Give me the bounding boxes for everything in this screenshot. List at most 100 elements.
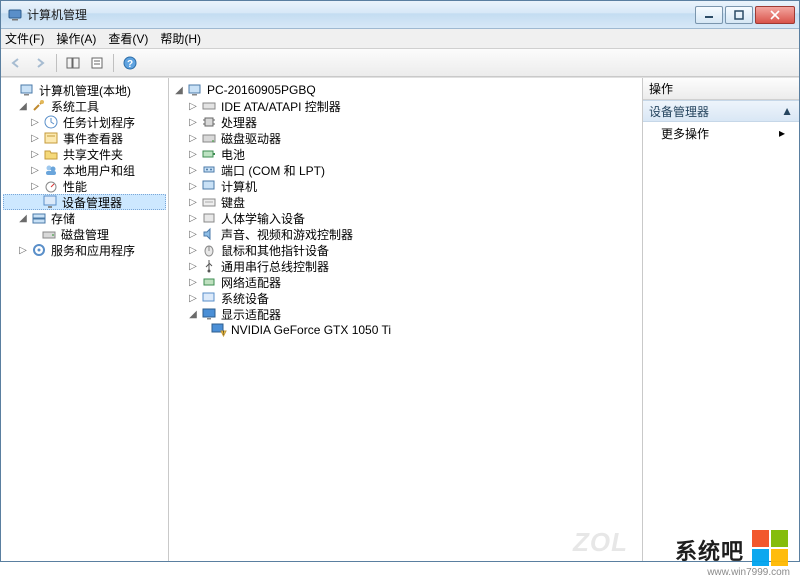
tree-node-event-viewer[interactable]: ▷事件查看器 bbox=[3, 130, 166, 146]
actions-more[interactable]: 更多操作 ▸ bbox=[643, 122, 799, 144]
expand-icon[interactable]: ▷ bbox=[17, 244, 29, 256]
expand-icon[interactable]: ▷ bbox=[187, 276, 199, 288]
tree-label: 磁盘驱动器 bbox=[219, 130, 283, 147]
device-tree-pane[interactable]: ◢ PC-20160905PGBQ ▷IDE ATA/ATAPI 控制器 ▷ 处理… bbox=[169, 78, 643, 561]
computer-icon bbox=[201, 178, 217, 194]
tree-label: 电池 bbox=[219, 146, 247, 163]
back-button bbox=[5, 52, 27, 74]
expand-icon[interactable]: ▷ bbox=[187, 116, 199, 128]
dev-node-sound[interactable]: ▷声音、视频和游戏控制器 bbox=[171, 226, 640, 242]
collapse-icon[interactable]: ◢ bbox=[17, 212, 29, 224]
expand-icon[interactable]: ▷ bbox=[29, 180, 41, 192]
dev-node-ide[interactable]: ▷IDE ATA/ATAPI 控制器 bbox=[171, 98, 640, 114]
expand-icon[interactable]: ▷ bbox=[187, 292, 199, 304]
collapse-icon[interactable]: ◢ bbox=[173, 84, 185, 96]
show-hide-tree-button[interactable] bbox=[62, 52, 84, 74]
computer-management-window: 计算机管理 文件(F) 操作(A) 查看(V) 帮助(H) ? bbox=[0, 0, 800, 562]
tree-label: 网络适配器 bbox=[219, 274, 283, 291]
dev-node-sysdev[interactable]: ▷系统设备 bbox=[171, 290, 640, 306]
expand-icon[interactable]: ▷ bbox=[187, 180, 199, 192]
tree-label: 磁盘管理 bbox=[59, 226, 111, 243]
expand-icon[interactable]: ▷ bbox=[29, 164, 41, 176]
dev-node-cpu[interactable]: ▷ 处理器 bbox=[171, 114, 640, 130]
tree-node-storage[interactable]: ◢ 存储 bbox=[3, 210, 166, 226]
tree-label: NVIDIA GeForce GTX 1050 Ti bbox=[229, 323, 393, 337]
console-tree-pane[interactable]: 计算机管理(本地) ◢ 系统工具 ▷任务计划程序 bbox=[1, 78, 169, 561]
dev-node-network[interactable]: ▷ 网络适配器 bbox=[171, 274, 640, 290]
close-button[interactable] bbox=[755, 6, 795, 24]
maximize-button[interactable] bbox=[725, 6, 753, 24]
dev-node-battery[interactable]: ▷ 电池 bbox=[171, 146, 640, 162]
tree-label: 设备管理器 bbox=[60, 194, 124, 211]
hdd-icon bbox=[201, 130, 217, 146]
expand-icon[interactable]: ▷ bbox=[187, 212, 199, 224]
tree-label: 键盘 bbox=[219, 194, 247, 211]
disk-icon bbox=[41, 226, 57, 242]
dev-node-mouse[interactable]: ▷鼠标和其他指针设备 bbox=[171, 242, 640, 258]
menu-action[interactable]: 操作(A) bbox=[56, 30, 96, 47]
dev-node-gpu[interactable]: !NVIDIA GeForce GTX 1050 Ti bbox=[171, 322, 640, 338]
expand-icon[interactable]: ▷ bbox=[187, 164, 199, 176]
computer-mgmt-icon bbox=[19, 82, 35, 98]
brand-url: www.win7999.com bbox=[707, 567, 790, 578]
services-icon bbox=[31, 242, 47, 258]
tree-label: 系统工具 bbox=[49, 98, 101, 115]
ms-logo-icon bbox=[752, 530, 790, 566]
expand-icon[interactable]: ▷ bbox=[29, 116, 41, 128]
dev-node-hid[interactable]: ▷人体学输入设备 bbox=[171, 210, 640, 226]
menu-help[interactable]: 帮助(H) bbox=[160, 30, 201, 47]
dev-node-ports[interactable]: ▷端口 (COM 和 LPT) bbox=[171, 162, 640, 178]
collapse-icon[interactable] bbox=[5, 84, 17, 96]
minimize-button[interactable] bbox=[695, 6, 723, 24]
tree-label: 计算机 bbox=[219, 178, 259, 195]
collapse-icon[interactable]: ◢ bbox=[187, 308, 199, 320]
display-icon bbox=[201, 306, 217, 322]
shared-folder-icon bbox=[43, 146, 59, 162]
tree-node-performance[interactable]: ▷性能 bbox=[3, 178, 166, 194]
dev-node-display[interactable]: ◢显示适配器 bbox=[171, 306, 640, 322]
tree-node-local-users[interactable]: ▷本地用户和组 bbox=[3, 162, 166, 178]
battery-icon bbox=[201, 146, 217, 162]
expand-icon[interactable]: ▷ bbox=[187, 228, 199, 240]
clock-icon bbox=[43, 114, 59, 130]
menubar: 文件(F) 操作(A) 查看(V) 帮助(H) bbox=[1, 29, 799, 49]
help-button[interactable]: ? bbox=[119, 52, 141, 74]
usb-icon bbox=[201, 258, 217, 274]
tree-node-system-tools[interactable]: ◢ 系统工具 bbox=[3, 98, 166, 114]
network-icon bbox=[201, 274, 217, 290]
actions-pane: 操作 设备管理器 ▲ 更多操作 ▸ bbox=[643, 78, 799, 561]
expand-icon[interactable]: ▷ bbox=[187, 196, 199, 208]
expand-icon[interactable]: ▷ bbox=[29, 148, 41, 160]
titlebar[interactable]: 计算机管理 bbox=[1, 1, 799, 29]
actions-section[interactable]: 设备管理器 ▲ bbox=[643, 100, 799, 122]
expand-icon[interactable]: ▷ bbox=[29, 132, 41, 144]
tree-node-root[interactable]: 计算机管理(本地) bbox=[3, 82, 166, 98]
expand-icon[interactable]: ▷ bbox=[187, 260, 199, 272]
expand-icon[interactable]: ▷ bbox=[187, 100, 199, 112]
perf-icon bbox=[43, 178, 59, 194]
tree-node-services-apps[interactable]: ▷ 服务和应用程序 bbox=[3, 242, 166, 258]
expand-icon[interactable]: ▷ bbox=[187, 148, 199, 160]
tree-node-shared-folders[interactable]: ▷共享文件夹 bbox=[3, 146, 166, 162]
dev-node-usb[interactable]: ▷通用串行总线控制器 bbox=[171, 258, 640, 274]
dev-node-keyboard[interactable]: ▷ 键盘 bbox=[171, 194, 640, 210]
menu-file[interactable]: 文件(F) bbox=[5, 30, 44, 47]
tree-node-disk-mgmt[interactable]: 磁盘管理 bbox=[3, 226, 166, 242]
expand-icon[interactable]: ▷ bbox=[187, 244, 199, 256]
expand-icon[interactable]: ▷ bbox=[187, 132, 199, 144]
collapse-arrow-icon: ▲ bbox=[781, 104, 793, 118]
sysdev-icon bbox=[201, 290, 217, 306]
tree-label: PC-20160905PGBQ bbox=[205, 83, 318, 97]
collapse-icon[interactable]: ◢ bbox=[17, 100, 29, 112]
ide-icon bbox=[201, 98, 217, 114]
tree-label: 处理器 bbox=[219, 114, 259, 131]
properties-button[interactable] bbox=[86, 52, 108, 74]
dev-node-diskdrives[interactable]: ▷ 磁盘驱动器 bbox=[171, 130, 640, 146]
menu-view[interactable]: 查看(V) bbox=[108, 30, 148, 47]
dev-node-pc[interactable]: ◢ PC-20160905PGBQ bbox=[171, 82, 640, 98]
dev-node-computer[interactable]: ▷ 计算机 bbox=[171, 178, 640, 194]
tree-node-task-scheduler[interactable]: ▷任务计划程序 bbox=[3, 114, 166, 130]
tree-node-device-manager[interactable]: 设备管理器 bbox=[3, 194, 166, 210]
forward-button bbox=[29, 52, 51, 74]
zol-watermark: ZOL bbox=[573, 527, 628, 558]
